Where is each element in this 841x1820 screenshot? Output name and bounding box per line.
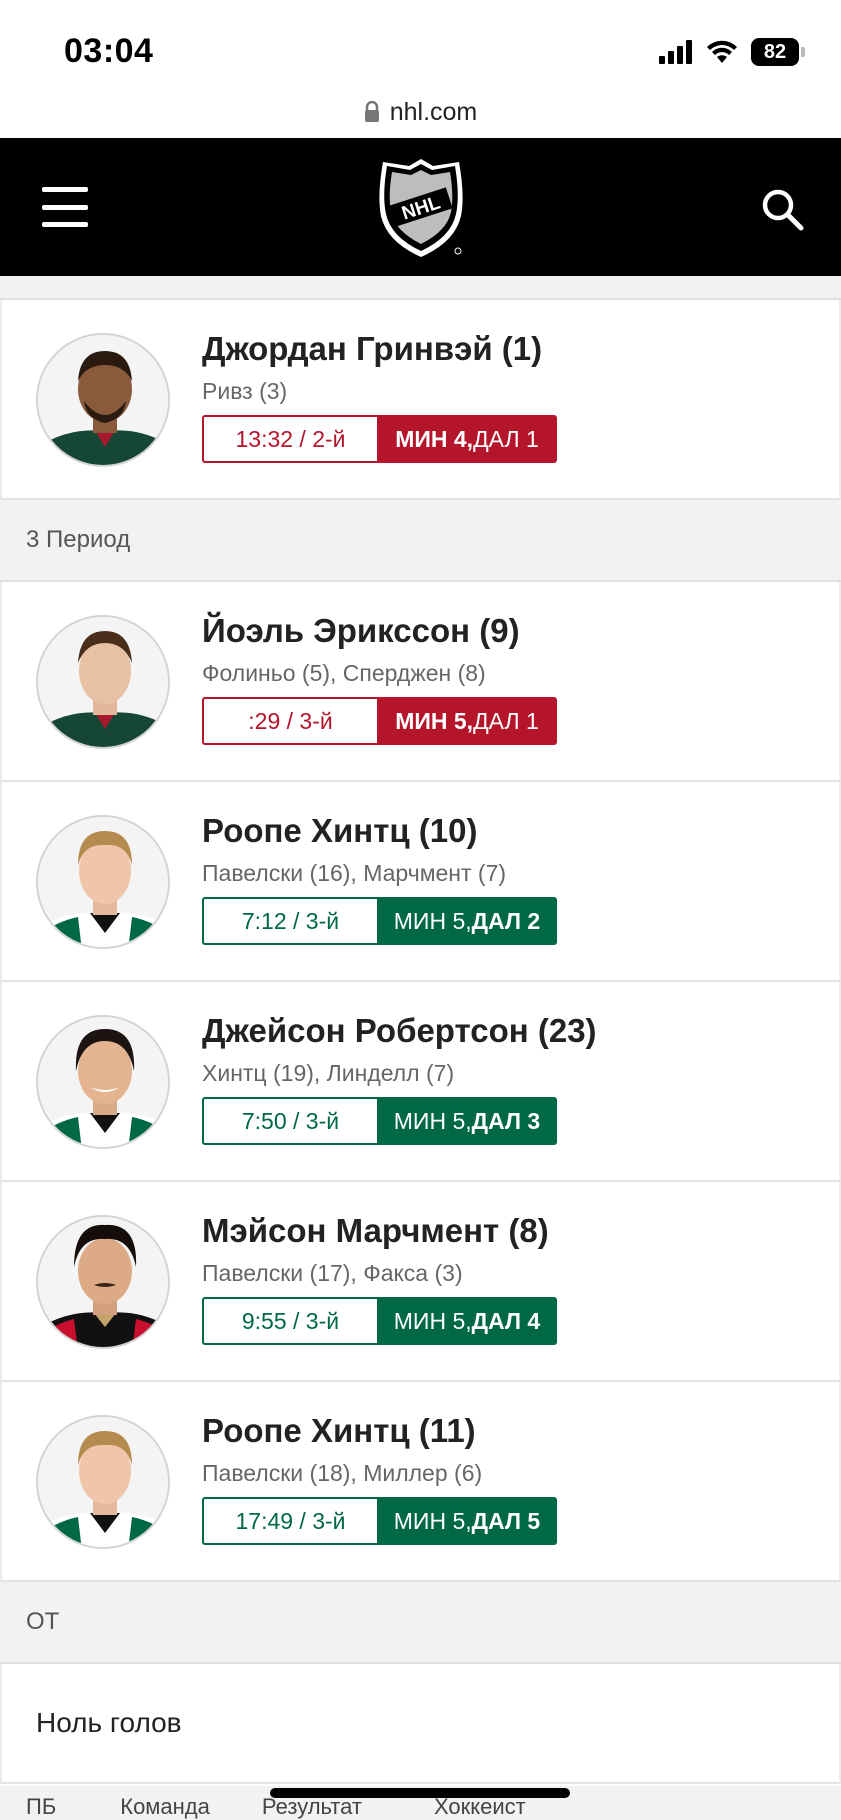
scorer-name[interactable]: Мэйсон Марчмент (8) <box>202 1212 557 1250</box>
score-after-goal: МИН 4, ДАЛ 1 <box>377 415 557 463</box>
goal-time: 9:55 / 3-й <box>202 1297 377 1345</box>
goal-row[interactable]: Йоэль Эрикссон (9) Фолиньо (5), Сперджен… <box>0 582 841 782</box>
goal-time: 7:50 / 3-й <box>202 1097 377 1145</box>
player-avatar <box>36 1415 170 1549</box>
assists: Ривз (3) <box>202 378 288 404</box>
column-header-team[interactable]: Команда <box>120 1794 210 1820</box>
battery-level: 82 <box>751 38 799 66</box>
goal-row[interactable]: Джордан Гринвэй (1) Ривз (3) 13:32 / 2-й… <box>0 300 841 500</box>
no-goals-text: Ноль голов <box>0 1664 841 1784</box>
site-header: NHL <box>0 138 841 276</box>
score-box: 17:49 / 3-й МИН 5, ДАЛ 5 <box>202 1497 557 1545</box>
wifi-icon <box>707 40 737 63</box>
url-domain: nhl.com <box>389 97 478 126</box>
player-avatar <box>36 1215 170 1349</box>
status-time: 03:04 <box>64 32 154 70</box>
assists: Фолиньо (5), Сперджен (8) <box>202 660 486 686</box>
score-box: :29 / 3-й МИН 5, ДАЛ 1 <box>202 697 557 745</box>
score-min: МИН 5, <box>393 1307 472 1334</box>
signal-icon <box>659 40 692 64</box>
score-after-goal: МИН 5, ДАЛ 5 <box>377 1497 557 1545</box>
scorer-name[interactable]: Джейсон Робертсон (23) <box>202 1012 597 1050</box>
score-dal: ДАЛ 2 <box>471 907 541 934</box>
home-indicator[interactable] <box>270 1788 570 1798</box>
goal-time: 7:12 / 3-й <box>202 897 377 945</box>
score-min: МИН 4, <box>395 425 474 452</box>
goal-row[interactable]: Мэйсон Марчмент (8) Павелски (17), Факса… <box>0 1182 841 1382</box>
url-bar[interactable]: nhl.com <box>0 86 841 138</box>
goal-row[interactable]: Роопе Хинтц (11) Павелски (18), Миллер (… <box>0 1382 841 1582</box>
score-dal: ДАЛ 1 <box>473 425 539 452</box>
assists: Павелски (16), Марчмент (7) <box>202 860 507 886</box>
score-min: МИН 5, <box>393 907 472 934</box>
goal-time: 13:32 / 2-й <box>202 415 377 463</box>
scorer-name[interactable]: Йоэль Эрикссон (9) <box>202 612 557 650</box>
score-after-goal: МИН 5, ДАЛ 2 <box>377 897 557 945</box>
scorer-name[interactable]: Роопе Хинтц (10) <box>202 812 557 850</box>
score-after-goal: МИН 5, ДАЛ 3 <box>377 1097 557 1145</box>
scoring-summary: Джордан Гринвэй (1) Ривз (3) 13:32 / 2-й… <box>0 276 841 1784</box>
score-box: 7:12 / 3-й МИН 5, ДАЛ 2 <box>202 897 557 945</box>
lock-icon <box>364 101 379 122</box>
goal-row[interactable]: Джейсон Робертсон (23) Хинтц (19), Линде… <box>0 982 841 1182</box>
score-box: 7:50 / 3-й МИН 5, ДАЛ 3 <box>202 1097 557 1145</box>
goal-time: 17:49 / 3-й <box>202 1497 377 1545</box>
score-min: МИН 5, <box>393 1507 472 1534</box>
nhl-logo-icon[interactable]: NHL <box>375 156 467 260</box>
score-dal: ДАЛ 3 <box>471 1107 541 1134</box>
assists: Хинтц (19), Линделл (7) <box>202 1060 455 1086</box>
score-dal: ДАЛ 1 <box>473 707 539 734</box>
scorer-name[interactable]: Джордан Гринвэй (1) <box>202 330 557 368</box>
player-avatar <box>36 815 170 949</box>
section-divider <box>0 276 841 300</box>
player-avatar <box>36 615 170 749</box>
hamburger-menu-icon[interactable] <box>42 187 88 227</box>
score-min: МИН 5, <box>393 1107 472 1134</box>
score-box: 13:32 / 2-й МИН 4, ДАЛ 1 <box>202 415 557 463</box>
goal-time: :29 / 3-й <box>202 697 377 745</box>
player-avatar <box>36 333 170 467</box>
assists: Павелски (18), Миллер (6) <box>202 1460 483 1486</box>
assists: Павелски (17), Факса (3) <box>202 1260 463 1286</box>
score-after-goal: МИН 5, ДАЛ 1 <box>377 697 557 745</box>
score-after-goal: МИН 5, ДАЛ 4 <box>377 1297 557 1345</box>
status-icons: 82 <box>659 38 805 66</box>
battery-icon: 82 <box>751 38 805 66</box>
score-min: МИН 5, <box>395 707 474 734</box>
score-dal: ДАЛ 5 <box>471 1507 541 1534</box>
score-dal: ДАЛ 4 <box>471 1307 541 1334</box>
status-bar: 03:04 82 <box>0 0 841 92</box>
period-header: 3 Период <box>0 500 841 582</box>
player-avatar <box>36 1015 170 1149</box>
goal-row[interactable]: Роопе Хинтц (10) Павелски (16), Марчмент… <box>0 782 841 982</box>
search-icon[interactable] <box>759 186 805 232</box>
score-box: 9:55 / 3-й МИН 5, ДАЛ 4 <box>202 1297 557 1345</box>
scorer-name[interactable]: Роопе Хинтц (11) <box>202 1412 557 1450</box>
column-header-pb[interactable]: ПБ <box>26 1794 56 1820</box>
period-header-ot: ОТ <box>0 1582 841 1664</box>
